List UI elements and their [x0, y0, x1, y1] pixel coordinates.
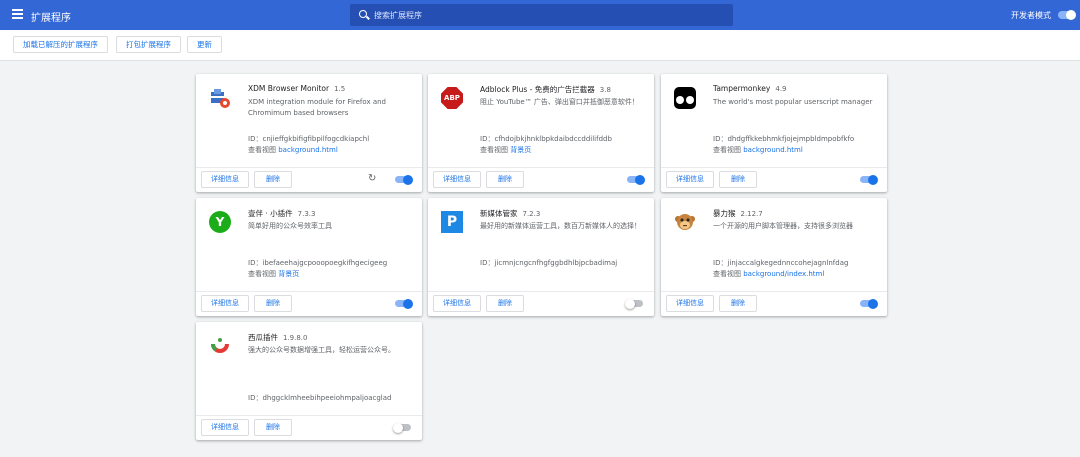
- remove-button[interactable]: 删除: [486, 295, 524, 312]
- dev-mode-label: 开发者模式: [1011, 11, 1051, 20]
- extension-name: 暴力猴: [713, 209, 736, 218]
- extension-description: XDM integration module for Firefox and C…: [248, 98, 386, 117]
- extension-card-xinmeiti: P 新媒体管家 7.2.3 最好用的新媒体运营工具，数百万新媒体人的选择！ ID：…: [428, 198, 654, 316]
- xigua-icon: [209, 335, 231, 357]
- enable-toggle[interactable]: [395, 174, 413, 185]
- card-divider: [428, 167, 654, 168]
- extension-description: 简单好用的公众号效率工具: [248, 222, 332, 230]
- extension-version: 7.3.3: [297, 210, 316, 218]
- tampermonkey-icon: [674, 87, 696, 109]
- remove-button[interactable]: 删除: [254, 171, 292, 188]
- view-link[interactable]: background.html: [743, 146, 803, 154]
- update-button[interactable]: 更新: [187, 36, 222, 53]
- card-divider: [661, 167, 887, 168]
- remove-button[interactable]: 删除: [254, 419, 292, 436]
- details-button[interactable]: 详细信息: [666, 295, 714, 312]
- view-link[interactable]: background.html: [278, 146, 338, 154]
- menu-icon[interactable]: [12, 9, 23, 19]
- view-link[interactable]: background/index.html: [743, 270, 824, 278]
- extension-name: Tampermonkey: [713, 84, 771, 93]
- card-divider: [661, 291, 887, 292]
- extension-name: 西瓜插件: [248, 333, 278, 342]
- card-divider: [196, 291, 422, 292]
- xdm-monitor-icon: [209, 87, 231, 109]
- extension-description: 强大的公众号数据增强工具，轻松运营公众号。: [248, 346, 395, 354]
- search-input[interactable]: [374, 7, 724, 23]
- reload-icon[interactable]: ↻: [368, 174, 378, 184]
- remove-button[interactable]: 删除: [719, 295, 757, 312]
- extension-version: 4.9: [775, 85, 787, 93]
- extension-views: 查看视图 background/index.html: [713, 270, 825, 278]
- abp-icon: ABP: [441, 87, 463, 109]
- extension-views: 查看视图 背景页: [480, 146, 532, 154]
- xinmeiti-icon: P: [441, 211, 463, 233]
- extension-description: 一个开源的用户脚本管理器，支持很多浏览器: [713, 222, 853, 230]
- details-button[interactable]: 详细信息: [201, 419, 249, 436]
- details-button[interactable]: 详细信息: [666, 171, 714, 188]
- extension-name: Adblock Plus - 免费的广告拦截器: [480, 85, 595, 94]
- card-divider: [428, 291, 654, 292]
- enable-toggle[interactable]: [625, 298, 643, 309]
- top-bar: 扩展程序 开发者模式: [0, 0, 1080, 30]
- extension-description: The world's most popular userscript mana…: [713, 98, 873, 106]
- extension-card-xigua: 西瓜插件 1.9.8.0 强大的公众号数据增强工具，轻松运营公众号。 ID：dhg…: [196, 322, 422, 440]
- extension-card-tampermonkey: Tampermonkey 4.9 The world's most popular…: [661, 74, 887, 192]
- extension-card-xdm: XDM Browser Monitor 1.5 XDM integration m…: [196, 74, 422, 192]
- extension-description: 最好用的新媒体运营工具，数百万新媒体人的选择！: [480, 222, 641, 230]
- remove-button[interactable]: 删除: [719, 171, 757, 188]
- extension-id: ID：cnjieffgkbifigfibpilfogcdkiapchl: [248, 135, 370, 143]
- details-button[interactable]: 详细信息: [201, 295, 249, 312]
- dev-mode-toggle[interactable]: [1058, 10, 1076, 20]
- extension-card-yiban: Y 壹伴 · 小插件 7.3.3 简单好用的公众号效率工具 ID：ibefaeeh…: [196, 198, 422, 316]
- load-unpacked-button[interactable]: 加载已解压的扩展程序: [13, 36, 108, 53]
- search-box[interactable]: [350, 4, 733, 26]
- extension-id: ID：jicmnjcngcnfhgfggbdhlbjpcbadimaj: [480, 259, 618, 267]
- extension-id: ID：ibefaeehajgcpooopoegkifhgecigeeg: [248, 259, 388, 267]
- page-title: 扩展程序: [31, 13, 71, 24]
- remove-button[interactable]: 删除: [254, 295, 292, 312]
- enable-toggle[interactable]: [627, 174, 645, 185]
- view-link[interactable]: 背景页: [510, 146, 531, 154]
- extension-version: 1.5: [334, 85, 346, 93]
- extension-name: XDM Browser Monitor: [248, 84, 330, 93]
- extension-name: 新媒体管家: [480, 209, 518, 218]
- extension-id: ID：dhdgffkkebhmkfjojejmpbldmpobfkfo: [713, 135, 855, 143]
- extension-views: 查看视图 背景页: [248, 270, 300, 278]
- extension-description: 阻止 YouTube™ 广告、弹出窗口并抵御恶意软件！: [480, 98, 639, 106]
- card-divider: [196, 415, 422, 416]
- extension-version: 2.12.7: [740, 210, 763, 218]
- extension-views: 查看视图 background.html: [248, 146, 338, 154]
- enable-toggle[interactable]: [393, 422, 411, 433]
- extension-version: 3.8: [599, 86, 611, 94]
- toolbar: 加载已解压的扩展程序 打包扩展程序 更新: [0, 30, 1080, 61]
- details-button[interactable]: 详细信息: [433, 171, 481, 188]
- extension-version: 1.9.8.0: [283, 334, 308, 342]
- extension-id: ID：jinjaccalgkegednnccohejagnlnfdag: [713, 259, 849, 267]
- remove-button[interactable]: 删除: [486, 171, 524, 188]
- extension-id: ID：cfhdojbkjhnklbpkdaibdccddilifddb: [480, 135, 612, 143]
- pack-extension-button[interactable]: 打包扩展程序: [116, 36, 181, 53]
- enable-toggle[interactable]: [860, 174, 878, 185]
- enable-toggle[interactable]: [860, 298, 878, 309]
- violentmonkey-icon: [674, 211, 696, 233]
- card-divider: [196, 167, 422, 168]
- search-icon: [359, 10, 367, 18]
- details-button[interactable]: 详细信息: [201, 171, 249, 188]
- extension-card-adblock-plus: ABP Adblock Plus - 免费的广告拦截器 3.8 阻止 YouTub…: [428, 74, 654, 192]
- extension-card-violentmonkey: 暴力猴 2.12.7 一个开源的用户脚本管理器，支持很多浏览器 ID：jinjac…: [661, 198, 887, 316]
- details-button[interactable]: 详细信息: [433, 295, 481, 312]
- enable-toggle[interactable]: [395, 298, 413, 309]
- extension-version: 7.2.3: [522, 210, 541, 218]
- yiban-icon: Y: [209, 211, 231, 233]
- extension-name: 壹伴 · 小插件: [248, 209, 293, 218]
- extension-id: ID：dhggcklmheebihpeeiohmpaljoacglad: [248, 394, 392, 402]
- view-link[interactable]: 背景页: [278, 270, 299, 278]
- extension-views: 查看视图 background.html: [713, 146, 803, 154]
